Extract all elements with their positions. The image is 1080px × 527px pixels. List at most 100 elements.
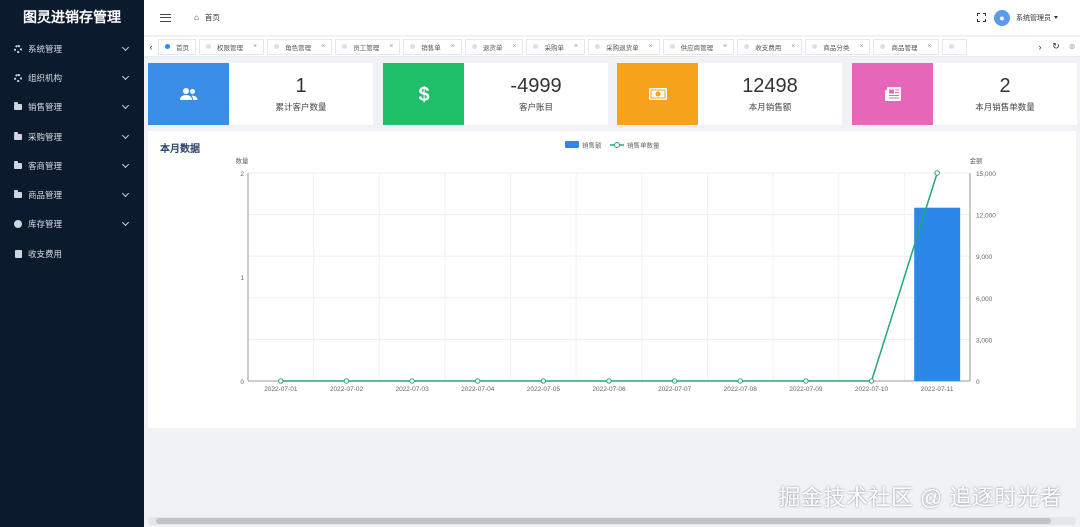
tab-dot-icon	[274, 44, 280, 49]
tab[interactable]: 收支费用 ×	[737, 38, 803, 55]
line-point	[803, 378, 809, 384]
tab-close-icon[interactable]: ×	[574, 43, 578, 50]
tab-label: 商品管理	[891, 44, 918, 52]
tab[interactable]: 销售单 ×	[403, 38, 462, 55]
tab-dot-icon	[744, 44, 750, 49]
tabs-list: 首页 权限管理 × 角色管理 × 员工管理 × 销售单 × 退货单 × 采购单 × 采购退货单 × 供应商管理…	[158, 37, 1032, 57]
tab-dot-icon	[812, 44, 818, 49]
tab-label: 商品分类	[823, 44, 850, 52]
tab[interactable]: 商品管理 ×	[873, 38, 939, 55]
x-tick-label: 2022-07-06	[592, 386, 626, 393]
tab[interactable]: 采购单 ×	[526, 38, 586, 55]
sales-amount-label: 本月销售额	[748, 102, 792, 112]
tab[interactable]: 退货单 ×	[464, 38, 524, 55]
header-actions: ● 系统管理员	[977, 9, 1058, 26]
chevron-down-icon	[121, 219, 130, 227]
tab-label: 销售单	[421, 44, 441, 52]
tab-close-icon[interactable]: ×	[723, 43, 727, 50]
money-icon	[617, 63, 698, 125]
sidebar-item[interactable]: 采购管理	[0, 122, 144, 151]
x-tick-label: 2022-07-11	[921, 386, 954, 393]
chevron-down-icon	[121, 72, 130, 80]
tab-dot-icon	[533, 44, 539, 49]
chevron-down-icon	[121, 131, 130, 139]
tab-dot-icon	[165, 44, 170, 49]
tab-close-icon[interactable]: ×	[859, 43, 863, 50]
x-tick-label: 2022-07-03	[395, 386, 429, 393]
tab[interactable]: 采购退货单 ×	[588, 38, 660, 55]
disc-icon	[13, 219, 23, 229]
chevron-down-icon	[121, 43, 130, 51]
top-header: ⌂ 首页 ● 系统管理员	[144, 0, 1080, 36]
tab[interactable]: 权限管理 ×	[199, 38, 265, 55]
fullscreen-icon[interactable]	[977, 13, 986, 22]
scrollbar-thumb[interactable]	[156, 518, 1051, 524]
close-all-icon[interactable]: ⊗	[1064, 42, 1080, 51]
x-tick-label: 2022-07-09	[789, 386, 823, 393]
sidebar-item[interactable]: 客商管理	[0, 151, 144, 180]
tab-dot-icon	[471, 44, 477, 49]
line-point	[934, 170, 940, 176]
tab-close-icon[interactable]: ×	[791, 43, 795, 50]
horizontal-scrollbar[interactable]	[148, 517, 1076, 525]
stat-card-sales-amount: 12498 本月销售额	[617, 63, 842, 125]
folder-icon	[13, 102, 23, 112]
sidebar-item[interactable]: 系统管理	[0, 34, 144, 63]
tab-actions: › ↻ ⊗	[1032, 37, 1080, 57]
tab-close-icon[interactable]: ×	[253, 43, 257, 50]
sidebar-item[interactable]: 库存管理	[0, 210, 144, 239]
tabs-scroll-right-icon[interactable]: ›	[1032, 42, 1048, 52]
y-right-tick-label: 3,000	[976, 337, 993, 344]
sidebar-item-label: 库存管理	[28, 219, 63, 230]
breadcrumb-home[interactable]: 首页	[205, 12, 220, 23]
stat-cards: 1 累计客户数量 $ -4999 客户账目 12498 本月销售额 2 本月销售…	[148, 63, 1077, 125]
x-tick-label: 2022-07-07	[658, 386, 692, 393]
refresh-icon[interactable]: ↻	[1048, 41, 1064, 52]
sales-count-value: 2	[999, 75, 1011, 97]
sidebar-item-label: 商品管理	[28, 190, 63, 201]
line-point	[475, 378, 481, 384]
tab-label: 权限管理	[217, 44, 243, 52]
watermark: 掘金技术社区 @ 追逐时光者	[778, 485, 1062, 510]
tab-bar: ‹ 首页 权限管理 × 角色管理 × 员工管理 × 销售单 × 退货单 × 采购单 × 采购退货单 × 供应商…	[144, 37, 1080, 57]
y-left-tick-label: 1	[240, 275, 244, 282]
users-icon	[148, 63, 229, 125]
folder-icon	[13, 131, 23, 142]
tab-label: 角色管理	[285, 44, 312, 52]
tab-close-icon[interactable]: ×	[451, 43, 455, 50]
tab-close-icon[interactable]: ×	[649, 43, 653, 50]
sidebar-item[interactable]: 商品管理	[0, 180, 144, 209]
tab[interactable]: 首页	[158, 38, 196, 55]
tab[interactable]	[941, 38, 967, 55]
sidebar: 图灵进销存管理 系统管理 组织机构 销售管理 采购管理 客商管理 商品管理 库存管理 收支费用	[0, 0, 144, 527]
tab[interactable]: 供应商管理 ×	[662, 38, 735, 55]
stat-card-sales-count: 2 本月销售单数量	[852, 63, 1077, 125]
sidebar-item[interactable]: 组织机构	[0, 63, 144, 92]
x-tick-label: 2022-07-10	[855, 386, 889, 393]
avatar[interactable]: ●	[994, 9, 1010, 26]
y-right-tick-label: 0	[976, 379, 980, 386]
sidebar-item[interactable]: 收支费用	[0, 239, 144, 268]
tab-close-icon[interactable]: ×	[927, 43, 931, 50]
accounts-value: -4999	[510, 75, 562, 97]
tab[interactable]: 员工管理 ×	[335, 38, 401, 55]
monthly-chart: 0 1 2 0 3,000 6,000 9,000 12,000 15,000 数量 金额 2022-…	[236, 141, 997, 394]
tab[interactable]: 角色管理 ×	[267, 38, 333, 55]
chevron-down-icon	[121, 190, 130, 198]
user-name[interactable]: 系统管理员	[1016, 13, 1051, 23]
tab-dot-icon	[880, 44, 886, 49]
caret-down-icon[interactable]	[1054, 16, 1058, 19]
menu-toggle-icon[interactable]	[160, 13, 171, 22]
tab-dot-icon	[206, 44, 211, 49]
tab-close-icon[interactable]: ×	[512, 43, 516, 50]
bar	[914, 207, 961, 381]
x-tick-label: 2022-07-08	[724, 386, 758, 393]
tab-close-icon[interactable]: ×	[321, 43, 325, 50]
tab[interactable]: 商品分类 ×	[805, 38, 871, 55]
y-right-tick-label: 12,000	[976, 213, 996, 220]
tab-close-icon[interactable]: ×	[389, 43, 393, 50]
tabs-scroll-left-icon[interactable]: ‹	[144, 42, 158, 52]
tab-label: 采购退货单	[606, 44, 639, 52]
sidebar-item[interactable]: 销售管理	[0, 93, 144, 122]
sidebar-item-label: 客商管理	[28, 160, 63, 171]
